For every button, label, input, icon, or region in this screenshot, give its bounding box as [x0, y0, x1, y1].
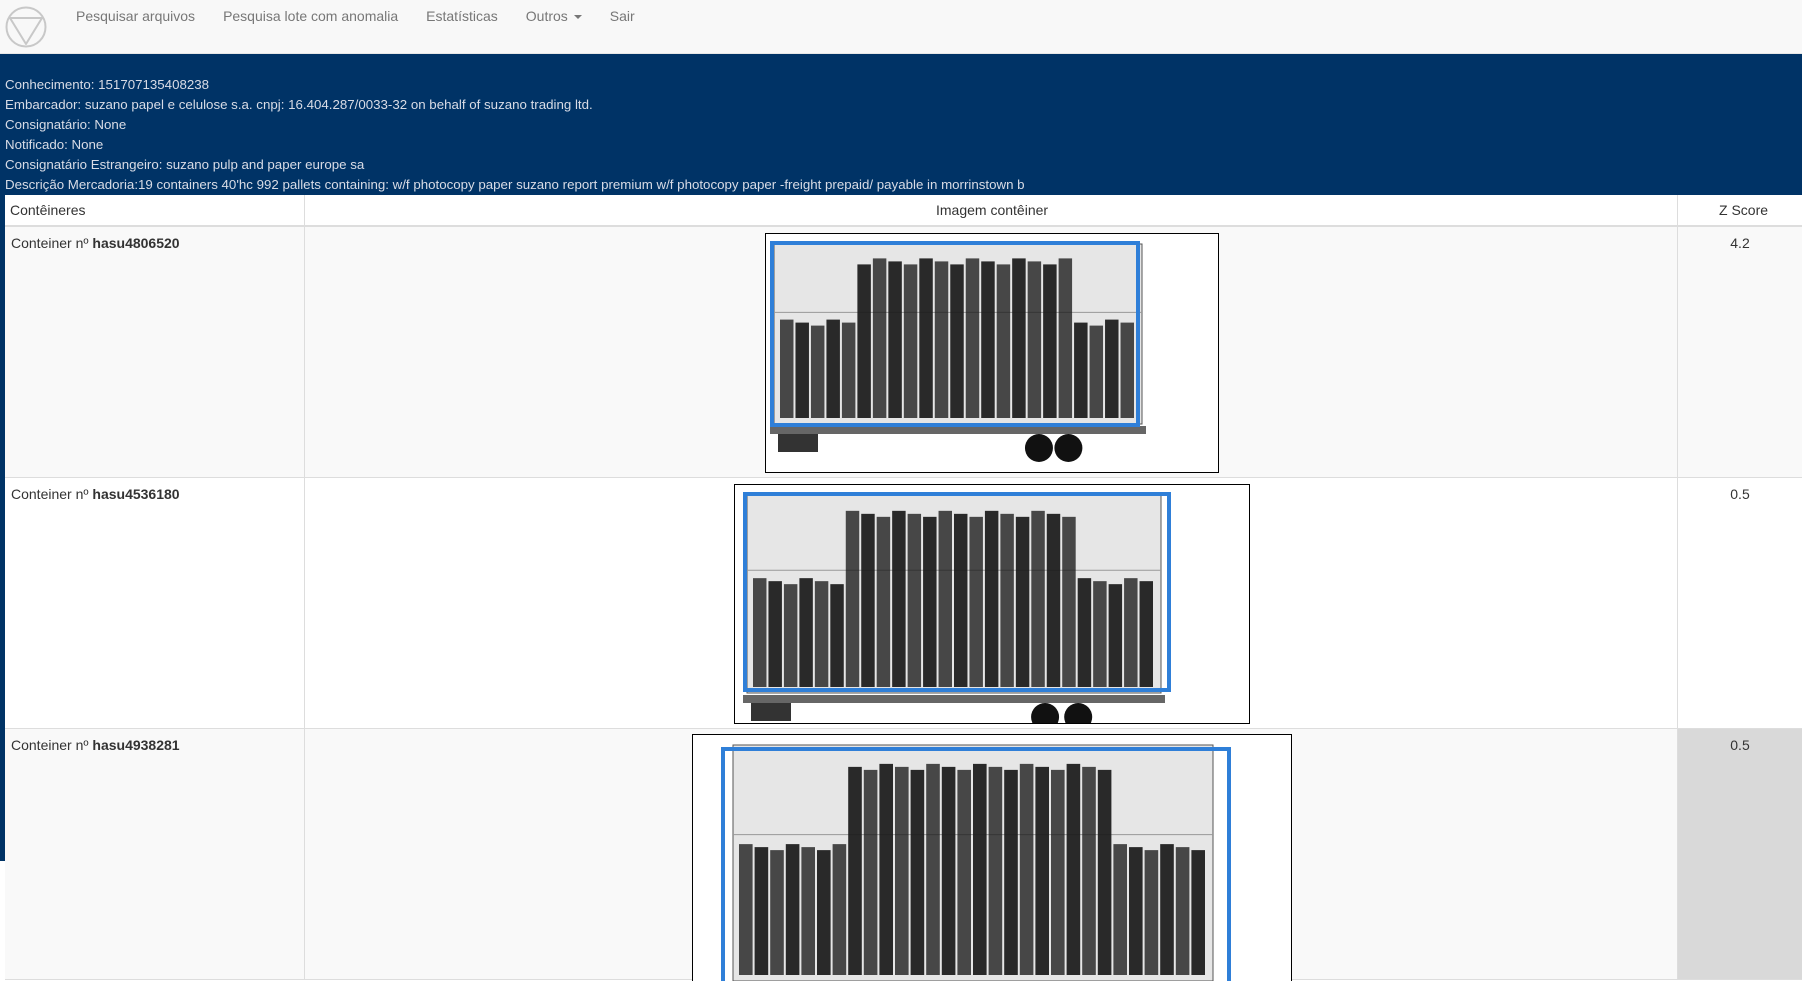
table-row: Conteiner nº hasu4938281 0.5 [5, 729, 1802, 981]
table-header: Contêineres Imagem contêiner Z Score [5, 195, 1802, 227]
container-cell: Conteiner nº hasu4938281 [11, 737, 180, 753]
info-consignatario: Consignatário: None [5, 117, 127, 132]
containers-table: Contêineres Imagem contêiner Z Score Con… [5, 195, 1802, 981]
nav-pesquisar-arquivos[interactable]: Pesquisar arquivos [62, 0, 209, 34]
column-divider [304, 478, 305, 729]
container-id[interactable]: hasu4806520 [92, 235, 179, 251]
header-image: Imagem contêiner [936, 202, 1049, 218]
zscore-cell: 0.5 [1730, 486, 1750, 502]
header-zscore: Z Score [1719, 202, 1769, 218]
header-containers: Contêineres [10, 202, 86, 218]
container-id[interactable]: hasu4536180 [92, 486, 179, 502]
zscore-cell: 4.2 [1730, 235, 1750, 251]
info-consignatario-estrangeiro: Consignatário Estrangeiro: suzano pulp a… [5, 157, 365, 172]
container-xray-image[interactable] [765, 233, 1219, 473]
nav-estatisticas[interactable]: Estatísticas [412, 0, 512, 34]
container-id[interactable]: hasu4938281 [92, 737, 179, 753]
navbar: Pesquisar arquivos Pesquisa lote com ano… [0, 0, 1802, 54]
container-cell: Conteiner nº hasu4536180 [11, 486, 180, 502]
info-conhecimento: Conhecimento: 151707135408238 [5, 77, 210, 92]
table-row: Conteiner nº hasu4806520 4.2 [5, 227, 1802, 478]
info-descricao: Descrição Mercadoria:19 containers 40'hc… [5, 177, 1025, 192]
table-row: Conteiner nº hasu4536180 0.5 [5, 478, 1802, 729]
nav-outros-label: Outros [525, 8, 568, 24]
triangle-circle-logo-icon[interactable] [5, 6, 47, 48]
nav-menu: Pesquisar arquivos Pesquisa lote com ano… [62, 0, 649, 34]
column-divider [304, 227, 305, 478]
shipment-info-panel: Conhecimento: 151707135408238 Embarcador… [0, 54, 1802, 195]
container-prefix: Conteiner nº [11, 486, 93, 502]
info-notificado: Notificado: None [5, 137, 104, 152]
column-divider [1677, 195, 1678, 227]
caret-down-icon [573, 15, 582, 20]
nav-pesquisa-lote-anomalia[interactable]: Pesquisa lote com anomalia [209, 0, 412, 34]
container-cell: Conteiner nº hasu4806520 [11, 235, 180, 251]
column-divider [304, 729, 305, 980]
container-xray-image[interactable] [692, 734, 1292, 981]
column-divider [304, 195, 305, 227]
container-xray-image[interactable] [734, 484, 1250, 724]
zscore-cell: 0.5 [1678, 729, 1802, 979]
info-embarcador: Embarcador: suzano papel e celulose s.a.… [5, 97, 593, 112]
nav-sair[interactable]: Sair [596, 0, 649, 34]
nav-outros-dropdown[interactable]: Outros [512, 0, 596, 34]
container-prefix: Conteiner nº [11, 737, 93, 753]
container-prefix: Conteiner nº [11, 235, 93, 251]
